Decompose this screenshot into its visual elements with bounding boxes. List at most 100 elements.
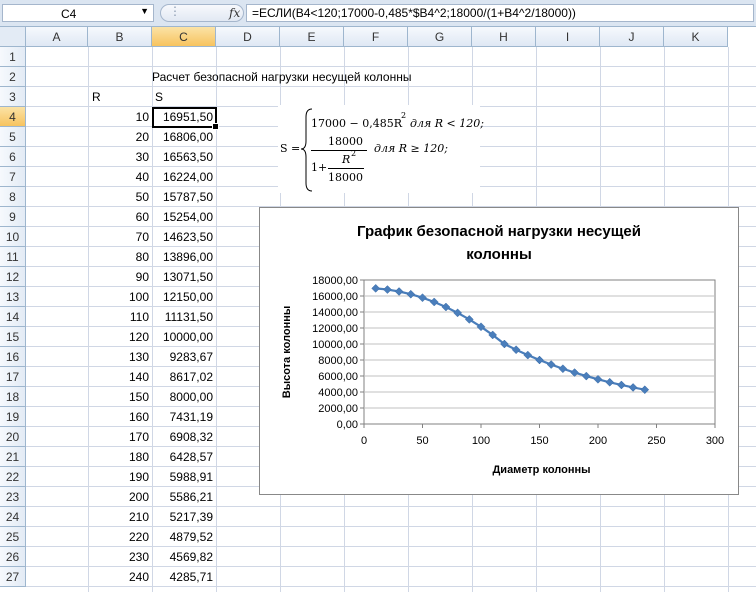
column-header-a[interactable]: A xyxy=(26,27,88,47)
column-header-b[interactable]: B xyxy=(88,27,152,47)
cell-s-value[interactable]: 8000,00 xyxy=(152,387,216,407)
row-header-6[interactable]: 6 xyxy=(0,147,26,167)
row-header-22[interactable]: 22 xyxy=(0,467,26,487)
name-box[interactable]: C4 ▼ xyxy=(2,4,154,22)
row-header-23[interactable]: 23 xyxy=(0,487,26,507)
cell-s-value[interactable]: 14623,50 xyxy=(152,227,216,247)
selected-cell-c4[interactable] xyxy=(152,107,219,130)
cell-r-value[interactable]: 150 xyxy=(88,387,152,407)
cell-s-value[interactable]: 4569,82 xyxy=(152,547,216,567)
row-header-1[interactable]: 1 xyxy=(0,47,26,67)
row-header-4[interactable]: 4 xyxy=(0,107,26,127)
sheet-title[interactable]: Расчет безопасной нагрузки несущей колон… xyxy=(152,67,411,87)
row-header-8[interactable]: 8 xyxy=(0,187,26,207)
column-header-d[interactable]: D xyxy=(216,27,280,47)
cell-s-value[interactable]: 15254,00 xyxy=(152,207,216,227)
cell-r-value[interactable]: 80 xyxy=(88,247,152,267)
cell-r-value[interactable]: 220 xyxy=(88,527,152,547)
cell-s-value[interactable]: 16224,00 xyxy=(152,167,216,187)
row-header-5[interactable]: 5 xyxy=(0,127,26,147)
cell-s-value[interactable]: 10000,00 xyxy=(152,327,216,347)
row-header-15[interactable]: 15 xyxy=(0,327,26,347)
column-header-e[interactable]: E xyxy=(280,27,344,47)
cell-r-value[interactable]: 120 xyxy=(88,327,152,347)
column-header-f[interactable]: F xyxy=(344,27,408,47)
row-header-3[interactable]: 3 xyxy=(0,87,26,107)
select-all-corner[interactable] xyxy=(0,27,26,47)
row-header-14[interactable]: 14 xyxy=(0,307,26,327)
row-header-19[interactable]: 19 xyxy=(0,407,26,427)
cell-s-value[interactable]: 11131,50 xyxy=(152,307,216,327)
row-header-18[interactable]: 18 xyxy=(0,387,26,407)
cell-r-value[interactable]: 160 xyxy=(88,407,152,427)
cell-r-value[interactable]: 180 xyxy=(88,447,152,467)
row-header-16[interactable]: 16 xyxy=(0,347,26,367)
header-r[interactable]: R xyxy=(92,87,101,107)
cell-s-value[interactable]: 15787,50 xyxy=(152,187,216,207)
cell-r-value[interactable]: 110 xyxy=(88,307,152,327)
row-header-2[interactable]: 2 xyxy=(0,67,26,87)
cell-r-value[interactable]: 190 xyxy=(88,467,152,487)
cell-s-value[interactable]: 7431,19 xyxy=(152,407,216,427)
row-header-21[interactable]: 21 xyxy=(0,447,26,467)
row-header-17[interactable]: 17 xyxy=(0,367,26,387)
cell-s-value[interactable]: 6908,32 xyxy=(152,427,216,447)
cell-r-value[interactable]: 40 xyxy=(88,167,152,187)
cell-s-value[interactable]: 8617,02 xyxy=(152,367,216,387)
column-header-g[interactable]: G xyxy=(408,27,472,47)
column-header-j[interactable]: J xyxy=(600,27,664,47)
cell-s-value[interactable]: 5988,91 xyxy=(152,467,216,487)
y-tick-label: 18000,00 xyxy=(312,275,358,287)
cell-r-value[interactable]: 60 xyxy=(88,207,152,227)
cell-s-value[interactable]: 4879,52 xyxy=(152,527,216,547)
fill-handle[interactable] xyxy=(212,123,219,130)
cell-r-value[interactable]: 200 xyxy=(88,487,152,507)
column-header-h[interactable]: H xyxy=(472,27,536,47)
cell-r-value[interactable]: 100 xyxy=(88,287,152,307)
cell-r-value[interactable]: 170 xyxy=(88,427,152,447)
row-header-13[interactable]: 13 xyxy=(0,287,26,307)
cell-s-value[interactable]: 13071,50 xyxy=(152,267,216,287)
cell-s-value[interactable]: 12150,00 xyxy=(152,287,216,307)
cell-r-value[interactable]: 20 xyxy=(88,127,152,147)
cell-r-value[interactable]: 140 xyxy=(88,367,152,387)
y-tick-label: 0,00 xyxy=(337,419,358,431)
row-header-24[interactable]: 24 xyxy=(0,507,26,527)
row-header-10[interactable]: 10 xyxy=(0,227,26,247)
insert-function-button[interactable]: fx xyxy=(229,6,240,20)
cell-r-value[interactable]: 230 xyxy=(88,547,152,567)
cell-r-value[interactable]: 30 xyxy=(88,147,152,167)
row-header-27[interactable]: 27 xyxy=(0,567,26,587)
cell-s-value[interactable]: 13896,00 xyxy=(152,247,216,267)
column-header-k[interactable]: K xyxy=(664,27,728,47)
cell-r-value[interactable]: 90 xyxy=(88,267,152,287)
column-header-c[interactable]: C xyxy=(152,27,216,47)
cell-r-value[interactable]: 210 xyxy=(88,507,152,527)
cell-s-value[interactable]: 16563,50 xyxy=(152,147,216,167)
row-header-9[interactable]: 9 xyxy=(0,207,26,227)
cell-r-value[interactable]: 240 xyxy=(88,567,152,587)
formula-input[interactable]: =ЕСЛИ(B4<120;17000-0,485*$B4^2;18000/(1+… xyxy=(246,4,754,22)
data-point xyxy=(535,355,544,365)
row-header-11[interactable]: 11 xyxy=(0,247,26,267)
row-header-7[interactable]: 7 xyxy=(0,167,26,187)
cell-r-value[interactable]: 10 xyxy=(88,107,152,127)
cell-s-value[interactable]: 5586,21 xyxy=(152,487,216,507)
chart[interactable]: График безопасной нагрузки несущей колонн… xyxy=(259,207,739,495)
header-s[interactable]: S xyxy=(155,87,163,107)
cell-r-value[interactable]: 70 xyxy=(88,227,152,247)
cell-s-value[interactable]: 9283,67 xyxy=(152,347,216,367)
cell-s-value[interactable]: 5217,39 xyxy=(152,507,216,527)
row-header-20[interactable]: 20 xyxy=(0,427,26,447)
row-header-12[interactable]: 12 xyxy=(0,267,26,287)
cell-s-value[interactable]: 16806,00 xyxy=(152,127,216,147)
cell-r-value[interactable]: 50 xyxy=(88,187,152,207)
cell-s-value[interactable]: 4285,71 xyxy=(152,567,216,587)
row-header-26[interactable]: 26 xyxy=(0,547,26,567)
column-header-i[interactable]: I xyxy=(536,27,600,47)
name-box-dropdown-icon[interactable]: ▼ xyxy=(140,6,149,16)
cell-r-value[interactable]: 130 xyxy=(88,347,152,367)
cell-s-value[interactable]: 6428,57 xyxy=(152,447,216,467)
formula-picture[interactable]: S = 17000 − 0,485R 2 для R < 120; 18000 … xyxy=(278,105,484,193)
row-header-25[interactable]: 25 xyxy=(0,527,26,547)
